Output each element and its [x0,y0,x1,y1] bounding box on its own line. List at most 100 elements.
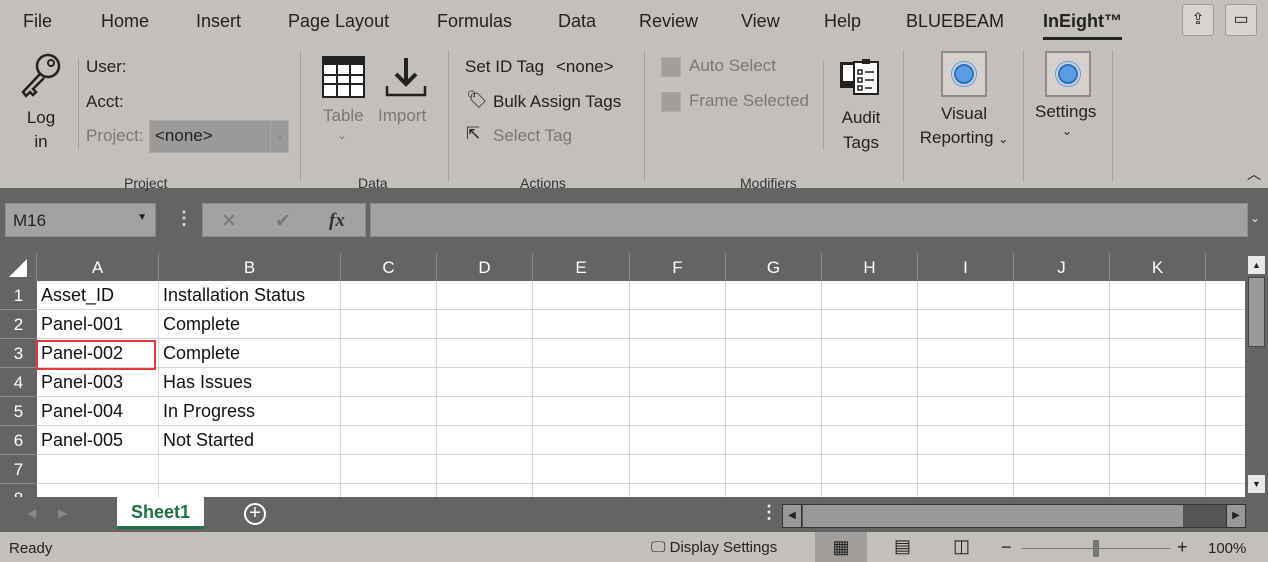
cell[interactable] [1206,397,1245,426]
cell[interactable] [437,310,533,339]
horizontal-scrollbar[interactable]: ◀ ▶ [782,504,1246,528]
cell[interactable] [726,484,822,497]
cell[interactable] [918,455,1014,484]
tab-help[interactable]: Help [824,11,861,32]
cell[interactable]: Panel-001 [37,310,159,339]
cell[interactable] [533,281,630,310]
cell[interactable]: Not Started [159,426,341,455]
column-header[interactable]: A [37,253,159,281]
insert-function-icon[interactable]: fx [329,210,345,232]
zoom-slider-thumb[interactable] [1093,540,1099,557]
column-header[interactable]: B [159,253,341,281]
prev-sheet-icon[interactable]: ◀ [27,506,36,520]
cell[interactable] [822,426,918,455]
scroll-thumb[interactable] [1248,277,1265,347]
cell[interactable] [341,455,437,484]
cell[interactable] [918,281,1014,310]
cell[interactable] [341,426,437,455]
cell[interactable] [726,281,822,310]
cell[interactable] [437,281,533,310]
cell[interactable] [341,368,437,397]
column-header[interactable]: I [918,253,1014,281]
cell[interactable] [822,455,918,484]
page-break-view-icon[interactable]: ◫ [953,536,970,557]
bulk-assign-tags-button[interactable]: Bulk Assign Tags [493,92,621,112]
cell[interactable] [1110,339,1206,368]
cell[interactable] [533,426,630,455]
cell[interactable] [726,397,822,426]
horizontal-scroll-thumb[interactable] [803,505,1183,527]
cell[interactable] [1110,426,1206,455]
cell[interactable] [1014,310,1110,339]
tab-bluebeam[interactable]: BLUEBEAM [906,11,1004,32]
cell[interactable] [726,426,822,455]
collapse-ribbon-icon[interactable]: ︿ [1247,164,1261,184]
name-box[interactable]: M16 ▼ [5,203,156,237]
cell[interactable] [341,397,437,426]
cell[interactable] [1014,455,1110,484]
more-options-icon[interactable]: ⋮ [175,208,193,229]
comments-icon[interactable]: ▭ [1225,4,1257,36]
tab-insert[interactable]: Insert [196,11,241,32]
column-header[interactable]: H [822,253,918,281]
expand-formula-icon[interactable]: ⌄ [1250,211,1260,225]
cell[interactable] [822,339,918,368]
scroll-up-icon[interactable]: ▲ [1248,256,1265,274]
cell[interactable]: Has Issues [159,368,341,397]
column-header[interactable]: K [1110,253,1206,281]
cell[interactable] [726,310,822,339]
cell[interactable]: Asset_ID [37,281,159,310]
cell[interactable] [437,426,533,455]
add-sheet-icon[interactable]: + [244,503,266,525]
login-label[interactable]: Log in [25,106,57,154]
cell[interactable] [1110,368,1206,397]
cell[interactable] [533,484,630,497]
column-header[interactable]: F [630,253,726,281]
cell[interactable] [1014,281,1110,310]
display-settings-button[interactable]: 🖵 Display Settings [651,539,777,556]
row-header[interactable]: 5 [0,397,37,426]
cell[interactable]: Complete [159,339,341,368]
settings-button[interactable]: Settings [1035,102,1096,122]
cell[interactable] [1014,426,1110,455]
cell[interactable] [1014,368,1110,397]
cell[interactable] [918,426,1014,455]
cell[interactable] [630,484,726,497]
scroll-left-icon[interactable]: ◀ [783,505,802,527]
tab-data[interactable]: Data [558,11,596,32]
zoom-out-icon[interactable]: − [1001,537,1012,558]
cell[interactable] [1206,426,1245,455]
cell[interactable] [37,484,159,497]
cell[interactable] [1110,484,1206,497]
select-tag-button[interactable]: Select Tag [493,126,572,146]
column-header[interactable]: J [1014,253,1110,281]
cell[interactable] [822,368,918,397]
import-button[interactable]: Import [378,106,426,126]
column-header[interactable] [1206,253,1245,281]
row-header[interactable]: 3 [0,339,37,368]
column-header[interactable]: C [341,253,437,281]
tab-page-layout[interactable]: Page Layout [288,11,389,32]
zoom-level[interactable]: 100% [1208,540,1246,557]
cancel-icon[interactable]: ✕ [221,210,237,233]
cell[interactable] [630,368,726,397]
project-dropdown[interactable]: <none> ⌄ [149,120,289,153]
cell[interactable] [918,339,1014,368]
cell[interactable] [1110,397,1206,426]
cell[interactable] [437,397,533,426]
row-header[interactable]: 1 [0,281,37,310]
cell[interactable] [1206,310,1245,339]
row-header[interactable]: 4 [0,368,37,397]
normal-view-icon[interactable]: ▦ [815,532,867,562]
cell[interactable] [822,310,918,339]
cell[interactable] [533,455,630,484]
column-header[interactable]: G [726,253,822,281]
visual-reporting-icon[interactable] [941,51,987,97]
spreadsheet-grid[interactable]: A B C D E F G H I J K 1 Asset_ID Installation Status 2… [0,253,1245,497]
tab-file[interactable]: File [23,11,52,32]
table-button[interactable]: Table [323,106,364,126]
cell[interactable] [822,484,918,497]
tab-view[interactable]: View [741,11,780,32]
set-id-tag-label[interactable]: Set ID Tag [465,57,544,77]
cell[interactable] [437,455,533,484]
